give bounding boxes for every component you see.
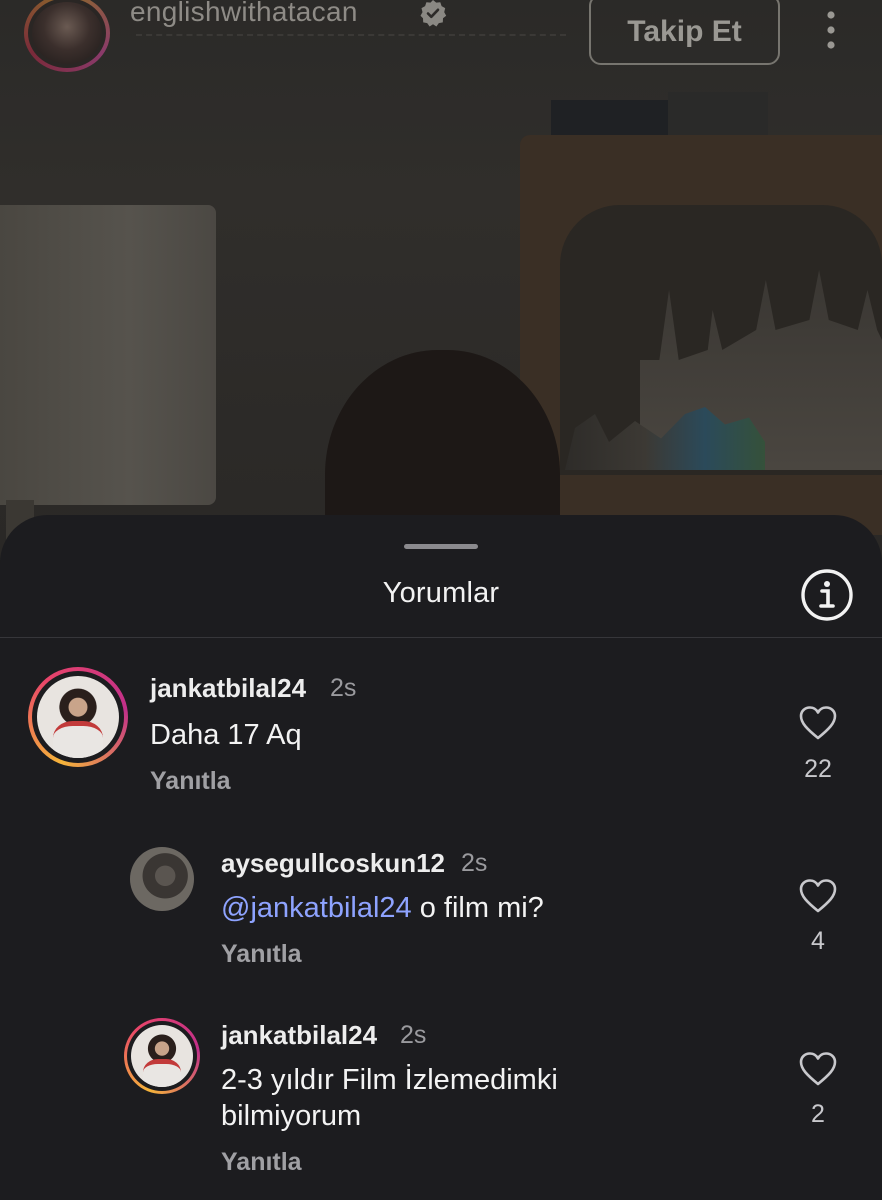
audio-line	[136, 34, 566, 52]
like-count: 22	[804, 755, 832, 783]
comment-time: 2s	[330, 674, 357, 702]
heart-outline-icon[interactable]	[798, 878, 838, 914]
comment-mention[interactable]: @jankatbilal24	[221, 892, 412, 924]
comment-username[interactable]: jankatbilal24	[150, 673, 306, 704]
commenter-avatar[interactable]	[124, 1018, 200, 1094]
heart-outline-icon[interactable]	[798, 1051, 838, 1087]
commenter-avatar[interactable]	[28, 667, 128, 767]
info-icon[interactable]	[800, 568, 854, 622]
reply-button[interactable]: Yanıtla	[221, 940, 302, 969]
comment-username[interactable]: aysegullcoskun12	[221, 848, 445, 879]
reply-button[interactable]: Yanıtla	[221, 1148, 302, 1177]
avatar	[32, 2, 102, 64]
profile-username[interactable]: englishwithatacan	[130, 0, 358, 28]
like-count: 4	[811, 927, 825, 955]
comment-item: jankatbilal24 2s Daha 17 Aq Yanıtla 22	[0, 667, 882, 827]
comment-body: o film mi?	[411, 892, 544, 924]
heart-outline-icon[interactable]	[798, 705, 838, 741]
avatar	[131, 1025, 193, 1087]
profile-avatar[interactable]	[24, 0, 110, 72]
comment-text: Daha 17 Aq	[150, 717, 302, 753]
shelf-box	[668, 92, 768, 138]
comments-sheet: Yorumlar jankatbilal24 2s Daha 17 Aq Yan…	[0, 515, 882, 1200]
reel-header: englishwithatacan Takip Et	[0, 0, 882, 80]
like-count: 2	[811, 1100, 825, 1128]
follow-button[interactable]: Takip Et	[589, 0, 780, 65]
comment-body: 2-3 yıldır Film İzlemedimki bilmiyorum	[221, 1064, 558, 1132]
reply-comment-item: aysegullcoskun12 2s @jankatbilal24 o fil…	[0, 845, 882, 1005]
comment-username[interactable]: jankatbilal24	[221, 1020, 377, 1051]
verified-badge-icon	[420, 0, 447, 27]
divider	[0, 637, 882, 638]
comment-text: @jankatbilal24 o film mi?	[221, 890, 544, 926]
more-vertical-icon[interactable]	[820, 8, 842, 52]
reply-comment-item: jankatbilal24 2s 2-3 yıldır Film İzlemed…	[0, 1018, 882, 1198]
avatar	[37, 676, 119, 758]
video-background	[0, 0, 882, 560]
drag-handle[interactable]	[404, 544, 478, 549]
comment-text: 2-3 yıldır Film İzlemedimki bilmiyorum	[221, 1062, 641, 1134]
comment-time: 2s	[461, 849, 488, 877]
sheet-title: Yorumlar	[382, 577, 500, 609]
comment-time: 2s	[400, 1021, 427, 1049]
commenter-avatar[interactable]	[130, 847, 194, 911]
lamp-shade	[0, 205, 216, 505]
reply-button[interactable]: Yanıtla	[150, 767, 231, 796]
comment-body: Daha 17 Aq	[150, 719, 302, 751]
